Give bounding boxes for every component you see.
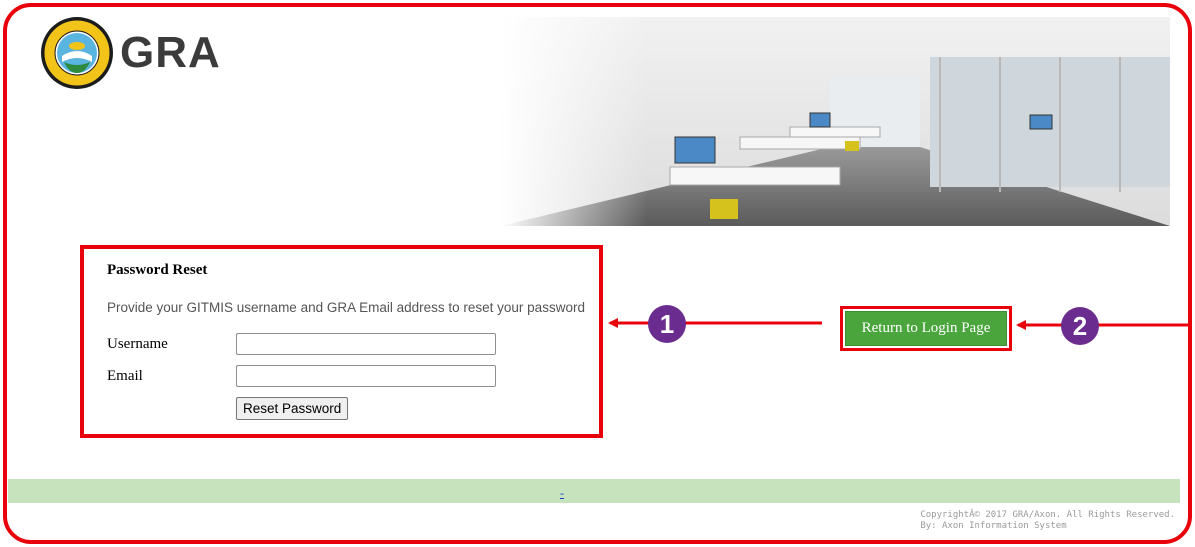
credit-text: By: Axon Information System bbox=[920, 521, 1067, 531]
copyright-notice: CopyrightÂ© 2017 GRA/Axon. All Rights Re… bbox=[920, 510, 1175, 532]
callout-badge-2: 2 bbox=[1061, 307, 1099, 345]
footer-link[interactable]: - bbox=[560, 486, 564, 501]
callout-badge-1: 1 bbox=[648, 305, 686, 343]
copyright-text: CopyrightÂ© 2017 GRA/Axon. All Rights Re… bbox=[920, 510, 1175, 520]
annotation-arrows bbox=[608, 318, 1192, 330]
footer-bar bbox=[8, 479, 1180, 503]
